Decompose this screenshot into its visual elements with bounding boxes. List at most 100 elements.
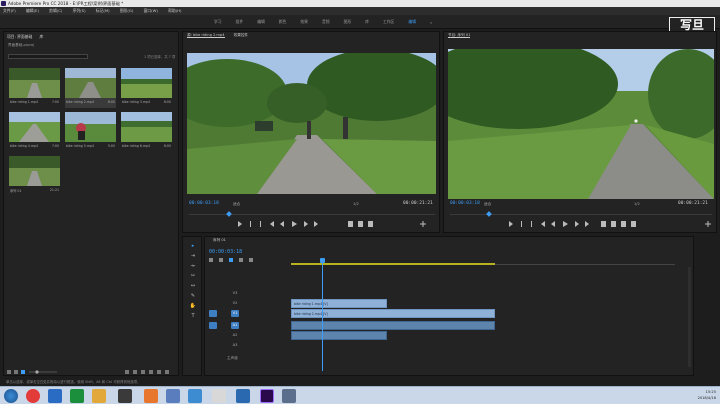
clip-thumbnail: [9, 112, 60, 142]
razor-tool-icon[interactable]: ✂: [188, 273, 198, 281]
menu-clip[interactable]: 剪辑(C): [49, 8, 62, 13]
ws-editing-active[interactable]: 编辑: [408, 19, 416, 25]
project-clip-selected[interactable]: bike riding 2.mp4 8:00: [65, 68, 116, 108]
timeline-playhead[interactable]: [322, 259, 323, 371]
clip-thumbnail: [9, 156, 60, 186]
track-label[interactable]: V2: [231, 300, 239, 307]
track-label[interactable]: A2: [231, 332, 239, 339]
clip-name: bike riding 4.mp4: [10, 144, 38, 148]
clip-thumbnail: [65, 68, 116, 98]
start-button-icon[interactable]: [4, 389, 18, 403]
tab-source[interactable]: 源: bike riding 2.mp4: [187, 33, 225, 38]
ws-assembly[interactable]: 组件: [236, 19, 244, 25]
source-playhead[interactable]: [226, 211, 232, 217]
timeline-vertical-scrollbar[interactable]: [688, 267, 691, 367]
source-fit-dropdown[interactable]: 适合: [233, 202, 240, 207]
firefox-icon[interactable]: [144, 389, 158, 403]
project-bottom-toolbar[interactable]: [7, 369, 177, 375]
ws-libraries[interactable]: 库: [365, 19, 369, 25]
ws-workspace[interactable]: 工作区: [383, 19, 394, 25]
source-transport-controls[interactable]: [238, 220, 428, 228]
system-tray[interactable]: 15:25 2018/4/16: [698, 389, 716, 401]
ws-audio[interactable]: 音频: [322, 19, 330, 25]
menu-window[interactable]: 窗口(W): [144, 8, 158, 13]
pen-tool-icon[interactable]: ✎: [188, 293, 198, 301]
clip-duration: 7:00: [51, 144, 59, 148]
tab-program[interactable]: 节目: 序列 01: [448, 33, 471, 38]
workspace-bar: 学习 组件 编辑 颜色 效果 音频 图形 库 工作区 编辑 »: [0, 15, 720, 29]
window-titlebar: Adobe Premiere Pro CC 2018 - E:\PR工程\案例\…: [0, 0, 720, 7]
timeline-toolbar[interactable]: [209, 257, 269, 264]
project-clip[interactable]: bike riding 3.mp4 6:00: [121, 68, 172, 108]
chat-app-icon[interactable]: [166, 389, 180, 403]
program-video-frame: [448, 49, 714, 199]
timeline-video-clip-v2[interactable]: bike riding 1.mp4 [V]: [291, 299, 387, 308]
timeline-sequence-tab[interactable]: 序列 01: [213, 238, 226, 243]
netease-music-icon[interactable]: [26, 389, 40, 403]
project-clip[interactable]: bike riding 6.mp4 6:00: [121, 112, 172, 152]
clip-thumbnail: [9, 68, 60, 98]
clip-duration: 6:00: [163, 100, 171, 104]
menu-help[interactable]: 帮助(H): [168, 8, 181, 13]
premiere-taskbar-icon[interactable]: [260, 389, 274, 403]
photo-viewer-icon[interactable]: [212, 389, 226, 403]
ws-effects[interactable]: 效果: [300, 19, 308, 25]
source-timecode[interactable]: 00:00:03:18: [189, 201, 219, 206]
project-search-input[interactable]: [8, 54, 88, 59]
menu-graphics[interactable]: 图形(G): [120, 8, 134, 13]
project-filename: 界面基础.prproj: [8, 43, 35, 47]
program-playhead[interactable]: [486, 211, 492, 217]
source-patch-a1[interactable]: [209, 322, 217, 329]
status-bar: 单击以选择，或单击空白处并拖动以进行框选。使用 Shift、Alt 和 Ctrl…: [0, 378, 720, 386]
project-clip[interactable]: bike riding 1.mp4 7:00: [9, 68, 60, 108]
clip-name: bike riding 3.mp4: [122, 100, 150, 104]
tab-effect-controls[interactable]: 效果控件: [234, 33, 248, 37]
timeline-timecode[interactable]: 00:00:03:18: [209, 249, 242, 255]
clip-duration: 21:21: [49, 188, 59, 192]
media-app-icon[interactable]: [118, 389, 132, 403]
program-duration: 00:00:21:21: [678, 201, 708, 206]
track-header-a2: A2: [207, 331, 289, 340]
program-resolution-dropdown[interactable]: 1/2: [634, 202, 640, 206]
folder-app-icon[interactable]: [282, 389, 296, 403]
menu-marker[interactable]: 标记(M): [96, 8, 110, 13]
track-label[interactable]: A1: [231, 322, 239, 329]
project-clip[interactable]: bike riding 5.mp4 5:00: [65, 112, 116, 152]
program-transport-controls[interactable]: [509, 220, 714, 228]
ws-overflow[interactable]: »: [430, 20, 432, 25]
menu-edit[interactable]: 编辑(E): [26, 8, 39, 13]
ripple-edit-tool-icon[interactable]: ⟛: [188, 263, 198, 271]
track-label[interactable]: A3: [231, 342, 239, 349]
ws-editing[interactable]: 编辑: [257, 19, 265, 25]
hand-tool-icon[interactable]: ✋: [188, 303, 198, 311]
selection-tool-icon[interactable]: ▸: [188, 243, 198, 251]
file-explorer-icon[interactable]: [92, 389, 106, 403]
tab-project[interactable]: 项目: 界面基础: [7, 34, 32, 39]
timeline-audio-clip-a2[interactable]: [291, 331, 387, 340]
program-fit-dropdown[interactable]: 适合: [484, 202, 491, 207]
project-clip[interactable]: bike riding 4.mp4 7:00: [9, 112, 60, 152]
ws-color[interactable]: 颜色: [279, 19, 287, 25]
source-monitor: 源: bike riding 2.mp4 效果控件 00:00:03:18 适合…: [182, 31, 440, 233]
track-label[interactable]: V3: [231, 290, 239, 297]
cloud-app-icon[interactable]: [188, 389, 202, 403]
type-tool-icon[interactable]: T: [188, 313, 198, 321]
project-item-count: 1 项已选择，共 7 项: [144, 55, 176, 59]
source-patch-v1[interactable]: [209, 310, 217, 317]
source-resolution-dropdown[interactable]: 1/2: [353, 202, 359, 206]
menu-sequence[interactable]: 序列(S): [73, 8, 86, 13]
clip-name: bike riding 2.mp4: [66, 100, 94, 104]
media-player-icon[interactable]: [236, 389, 250, 403]
track-label[interactable]: V1: [231, 310, 239, 317]
tab-libraries[interactable]: 库: [40, 34, 44, 39]
track-select-tool-icon[interactable]: ⇥: [188, 253, 198, 261]
project-sequence[interactable]: 序列 01 21:21: [9, 156, 60, 196]
360-browser-icon[interactable]: [70, 389, 84, 403]
ws-graphics[interactable]: 图形: [344, 19, 352, 25]
slip-tool-icon[interactable]: ↔: [188, 283, 198, 291]
menu-file[interactable]: 文件(F): [3, 8, 16, 13]
maxthon-browser-icon[interactable]: [48, 389, 62, 403]
program-timecode[interactable]: 00:00:03:18: [450, 201, 480, 206]
ws-learn[interactable]: 学习: [214, 19, 222, 25]
track-header-v3: V3: [207, 289, 289, 298]
